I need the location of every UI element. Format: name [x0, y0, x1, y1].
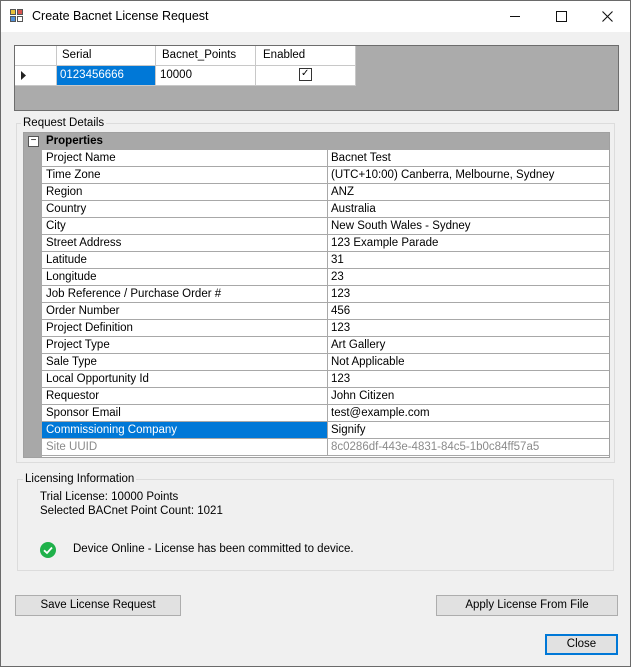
property-value[interactable]: John Citizen	[328, 388, 609, 405]
trial-license-text: Trial License: 10000 Points	[40, 491, 179, 503]
property-name[interactable]: City	[42, 218, 328, 235]
enabled-checkbox[interactable]: ✓	[299, 68, 312, 82]
property-value[interactable]: 123	[328, 320, 609, 337]
property-value[interactable]: 8c0286df-443e-4831-84c5-1b0c84ff57a5	[328, 439, 609, 456]
collapse-glyph: −	[30, 135, 37, 146]
property-row[interactable]: Project Type Art Gallery	[42, 337, 609, 354]
property-value[interactable]: Art Gallery	[328, 337, 609, 354]
property-value[interactable]: test@example.com	[328, 405, 609, 422]
apply-license-from-file-button[interactable]: Apply License From File	[436, 595, 618, 616]
property-row[interactable]: Sale Type Not Applicable	[42, 354, 609, 371]
property-name[interactable]: Project Name	[42, 150, 328, 167]
property-row[interactable]: Requestor John Citizen	[42, 388, 609, 405]
property-row[interactable]: Time Zone (UTC+10:00) Canberra, Melbourne…	[42, 167, 609, 184]
close-icon	[601, 11, 613, 23]
property-row[interactable]: Commissioning Company Signify	[42, 422, 609, 439]
property-row[interactable]: Local Opportunity Id 123	[42, 371, 609, 388]
property-value[interactable]: 123	[328, 286, 609, 303]
category-label: Properties	[46, 135, 103, 147]
property-name[interactable]: Time Zone	[42, 167, 328, 184]
property-row[interactable]: Order Number 456	[42, 303, 609, 320]
property-row[interactable]: City New South Wales - Sydney	[42, 218, 609, 235]
save-license-request-button[interactable]: Save License Request	[15, 595, 181, 616]
property-row[interactable]: Job Reference / Purchase Order #123	[42, 286, 609, 303]
property-value[interactable]: 23	[328, 269, 609, 286]
property-name[interactable]: Sale Type	[42, 354, 328, 371]
property-value[interactable]: 31	[328, 252, 609, 269]
title-bar: Create Bacnet License Request	[1, 1, 630, 32]
property-name[interactable]: Project Definition	[42, 320, 328, 337]
column-header-enabled[interactable]: Enabled	[256, 46, 356, 66]
property-row[interactable]: Sponsor Email test@example.com	[42, 405, 609, 422]
property-row[interactable]: Street Address 123 Example Parade	[42, 235, 609, 252]
property-name[interactable]: Longitude	[42, 269, 328, 286]
property-value[interactable]: ANZ	[328, 184, 609, 201]
property-value[interactable]: 456	[328, 303, 609, 320]
property-name[interactable]: Requestor	[42, 388, 328, 405]
property-name[interactable]: Region	[42, 184, 328, 201]
property-row[interactable]: Project Definition 123	[42, 320, 609, 337]
property-row[interactable]: Latitude 31	[42, 252, 609, 269]
property-value[interactable]: Bacnet Test	[328, 150, 609, 167]
cell-bacnet-points[interactable]: 10000	[156, 66, 256, 86]
category-properties[interactable]: − Properties	[24, 133, 609, 150]
license-request-window: Create Bacnet License Request Serial Bac…	[0, 0, 631, 667]
collapse-icon[interactable]: −	[28, 136, 39, 147]
cell-serial[interactable]: 0123456666	[57, 66, 156, 86]
minimize-icon	[510, 16, 520, 18]
maximize-button[interactable]	[538, 1, 584, 32]
property-row[interactable]: Longitude 23	[42, 269, 609, 286]
device-status-text: Device Online - License has been committ…	[73, 543, 354, 555]
row-selector[interactable]	[15, 66, 57, 86]
window-title: Create Bacnet License Request	[32, 9, 209, 23]
property-value[interactable]: 123 Example Parade	[328, 235, 609, 252]
property-name[interactable]: Latitude	[42, 252, 328, 269]
property-value[interactable]: Signify	[328, 422, 609, 439]
property-grid-gutter	[24, 150, 42, 457]
request-details-title: Request Details	[21, 117, 107, 130]
property-value[interactable]: 123	[328, 371, 609, 388]
licensing-info-title: Licensing Information	[23, 473, 137, 486]
serial-grid: Serial Bacnet_Points Enabled 0123456666 …	[14, 45, 619, 111]
property-row[interactable]: Site UUID 8c0286df-443e-4831-84c5-1b0c84f…	[42, 439, 609, 456]
column-header-bacnet-points[interactable]: Bacnet_Points	[156, 46, 256, 66]
app-icon	[10, 9, 25, 23]
selected-point-count-text: Selected BACnet Point Count: 1021	[40, 505, 223, 517]
property-row[interactable]: Country Australia	[42, 201, 609, 218]
property-row[interactable]: Project Name Bacnet Test	[42, 150, 609, 167]
status-ok-icon	[40, 542, 56, 558]
column-header-serial[interactable]: Serial	[57, 46, 156, 66]
row-pointer-icon	[21, 71, 26, 80]
close-button[interactable]: Close	[545, 634, 618, 655]
property-name[interactable]: Job Reference / Purchase Order #	[42, 286, 328, 303]
cell-enabled[interactable]: ✓	[256, 66, 356, 86]
minimize-button[interactable]	[492, 1, 538, 32]
property-name[interactable]: Sponsor Email	[42, 405, 328, 422]
row-header-corner	[15, 46, 57, 66]
maximize-icon	[555, 11, 567, 23]
property-name[interactable]: Project Type	[42, 337, 328, 354]
close-window-button[interactable]	[584, 1, 630, 32]
check-icon: ✓	[301, 68, 310, 80]
property-name[interactable]: Street Address	[42, 235, 328, 252]
property-value[interactable]: Australia	[328, 201, 609, 218]
property-value[interactable]: (UTC+10:00) Canberra, Melbourne, Sydney	[328, 167, 609, 184]
property-name[interactable]: Commissioning Company	[42, 422, 328, 439]
property-name[interactable]: Site UUID	[42, 439, 328, 456]
property-value[interactable]: Not Applicable	[328, 354, 609, 371]
property-name[interactable]: Local Opportunity Id	[42, 371, 328, 388]
property-value[interactable]: New South Wales - Sydney	[328, 218, 609, 235]
property-name[interactable]: Country	[42, 201, 328, 218]
property-row[interactable]: Region ANZ	[42, 184, 609, 201]
property-grid: − Properties Project Name Bacnet Test Time…	[23, 132, 610, 458]
property-name[interactable]: Order Number	[42, 303, 328, 320]
